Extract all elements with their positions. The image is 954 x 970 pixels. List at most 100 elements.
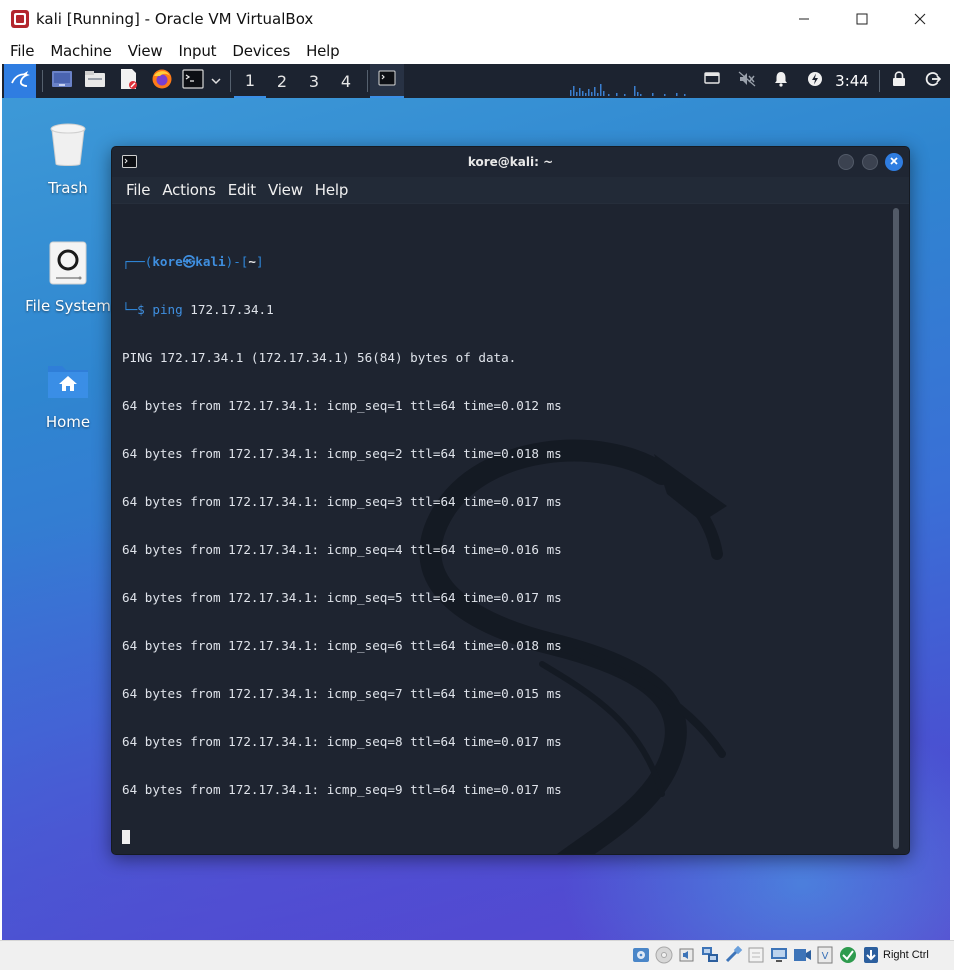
text-cursor	[122, 830, 130, 844]
panel-separator	[367, 70, 368, 92]
volume-muted-icon	[738, 71, 756, 92]
desktop-icon-home[interactable]: Home	[20, 358, 116, 431]
terminal-menu-help[interactable]: Help	[309, 181, 354, 199]
monitor-icon	[704, 71, 720, 91]
prompt-at: ㉿	[182, 254, 196, 269]
battery-charging-icon	[807, 71, 823, 92]
panel-separator	[879, 70, 880, 92]
panel-clock[interactable]: 3:44	[832, 64, 872, 98]
prompt-box-mid: )-[	[225, 254, 249, 269]
kali-top-panel: 1 2 3 4 3:44	[2, 64, 950, 98]
usb-icon[interactable]	[723, 945, 743, 965]
guest-additions-icon[interactable]	[838, 945, 858, 965]
terminal-menu-edit[interactable]: Edit	[222, 181, 262, 199]
video-capture-icon[interactable]	[792, 945, 812, 965]
output-line: 64 bytes from 172.17.34.1: icmp_seq=7 tt…	[122, 686, 562, 701]
terminal-dropdown-button[interactable]	[207, 64, 225, 98]
workspace-4[interactable]: 4	[330, 64, 362, 98]
terminal-menu-view[interactable]: View	[262, 181, 309, 199]
prompt-line-1: ┌──(kore㉿kali)-[~]	[122, 254, 562, 270]
folder-icon	[84, 70, 106, 93]
terminal-title: kore@kali: ~	[467, 155, 554, 169]
network-icon[interactable]	[700, 945, 720, 965]
terminal-titlebar[interactable]: kore@kali: ~	[112, 147, 909, 177]
panel-separator	[42, 70, 43, 92]
menu-devices[interactable]: Devices	[224, 42, 298, 60]
desktop-icon-file-system[interactable]: File System	[20, 240, 116, 315]
firefox-button[interactable]	[149, 64, 175, 98]
trash-icon	[48, 123, 88, 172]
notifications-button[interactable]	[770, 64, 792, 98]
workspace-2[interactable]: 2	[266, 64, 298, 98]
audio-icon[interactable]	[677, 945, 697, 965]
window-title: kali [Running] - Oracle VM VirtualBox	[36, 10, 314, 28]
terminal-output-area[interactable]: ┌──(kore㉿kali)-[~] └─$ ping 172.17.34.1 …	[112, 203, 909, 854]
kali-dragon-icon	[9, 68, 31, 95]
file-manager-button[interactable]	[82, 64, 108, 98]
menu-view[interactable]: View	[120, 42, 171, 60]
terminal-launcher-button[interactable]	[180, 64, 206, 98]
close-button[interactable]	[891, 0, 949, 38]
prompt-cwd: ~	[248, 254, 256, 269]
prompt-box-bottom: └─	[122, 302, 138, 317]
prompt-box-close: ]	[255, 254, 264, 269]
optical-drive-icon[interactable]	[654, 945, 674, 965]
terminal-close-button[interactable]	[885, 153, 903, 171]
bell-icon	[774, 71, 788, 92]
kali-menu-button[interactable]	[4, 64, 36, 98]
cpu-graph	[570, 84, 686, 96]
menu-help[interactable]: Help	[298, 42, 347, 60]
virtualbox-icon	[10, 9, 30, 29]
show-desktop-button[interactable]	[49, 64, 75, 98]
display-settings-button[interactable]	[700, 64, 724, 98]
desktop-icon-label: File System	[25, 297, 111, 315]
output-line: 64 bytes from 172.17.34.1: icmp_seq=8 tt…	[122, 734, 562, 749]
terminal-icon	[378, 70, 396, 91]
terminal-menu-actions[interactable]: Actions	[156, 181, 221, 199]
taskbar-terminal-task[interactable]	[370, 64, 404, 98]
terminal-maximize-button[interactable]	[862, 154, 878, 170]
terminal-scrollbar[interactable]	[893, 208, 899, 849]
command-name: ping	[152, 302, 183, 317]
mouse-integration-icon[interactable]	[861, 945, 881, 965]
volume-button[interactable]	[735, 64, 759, 98]
workspace-1[interactable]: 1	[234, 64, 266, 98]
output-line: 64 bytes from 172.17.34.1: icmp_seq=3 tt…	[122, 494, 562, 509]
close-icon	[889, 153, 899, 171]
terminal-menubar: File Actions Edit View Help	[112, 177, 909, 203]
text-editor-button[interactable]	[116, 64, 142, 98]
output-line: 64 bytes from 172.17.34.1: icmp_seq=2 tt…	[122, 446, 562, 461]
logout-icon	[925, 71, 942, 92]
vbox-menubar: File Machine View Input Devices Help	[0, 38, 954, 64]
output-line: 64 bytes from 172.17.34.1: icmp_seq=6 tt…	[122, 638, 562, 653]
menu-input[interactable]: Input	[171, 42, 225, 60]
output-line: 64 bytes from 172.17.34.1: icmp_seq=1 tt…	[122, 398, 562, 413]
output-line: 64 bytes from 172.17.34.1: icmp_seq=5 tt…	[122, 590, 562, 605]
shared-folders-icon[interactable]	[746, 945, 766, 965]
menu-machine[interactable]: Machine	[42, 42, 119, 60]
guest-display[interactable]: 1 2 3 4 3:44 Trash File System Home kore…	[2, 64, 950, 940]
output-line: 64 bytes from 172.17.34.1: icmp_seq=4 tt…	[122, 542, 562, 557]
terminal-window[interactable]: kore@kali: ~ File Actions Edit View Help	[111, 146, 910, 855]
drive-icon	[48, 241, 88, 290]
maximize-button[interactable]	[833, 0, 891, 38]
desktop-icon	[51, 70, 73, 93]
output-line: 64 bytes from 172.17.34.1: icmp_seq=9 tt…	[122, 782, 562, 797]
logout-button[interactable]	[922, 64, 944, 98]
virtualization-icon[interactable]: V	[815, 945, 835, 965]
minimize-button[interactable]	[775, 0, 833, 38]
power-manager-button[interactable]	[804, 64, 826, 98]
lock-screen-button[interactable]	[888, 64, 910, 98]
display-icon[interactable]	[769, 945, 789, 965]
terminal-icon	[182, 68, 204, 94]
prompt-box-open: ┌──(	[122, 254, 153, 269]
terminal-menu-file[interactable]: File	[120, 181, 156, 199]
menu-file[interactable]: File	[2, 42, 42, 60]
hard-disk-icon[interactable]	[631, 945, 651, 965]
prompt-dollar: $	[137, 302, 145, 317]
panel-separator	[230, 70, 231, 92]
desktop-icon-trash[interactable]: Trash	[20, 122, 116, 197]
terminal-minimize-button[interactable]	[838, 154, 854, 170]
cursor-line	[122, 830, 562, 846]
workspace-3[interactable]: 3	[298, 64, 330, 98]
